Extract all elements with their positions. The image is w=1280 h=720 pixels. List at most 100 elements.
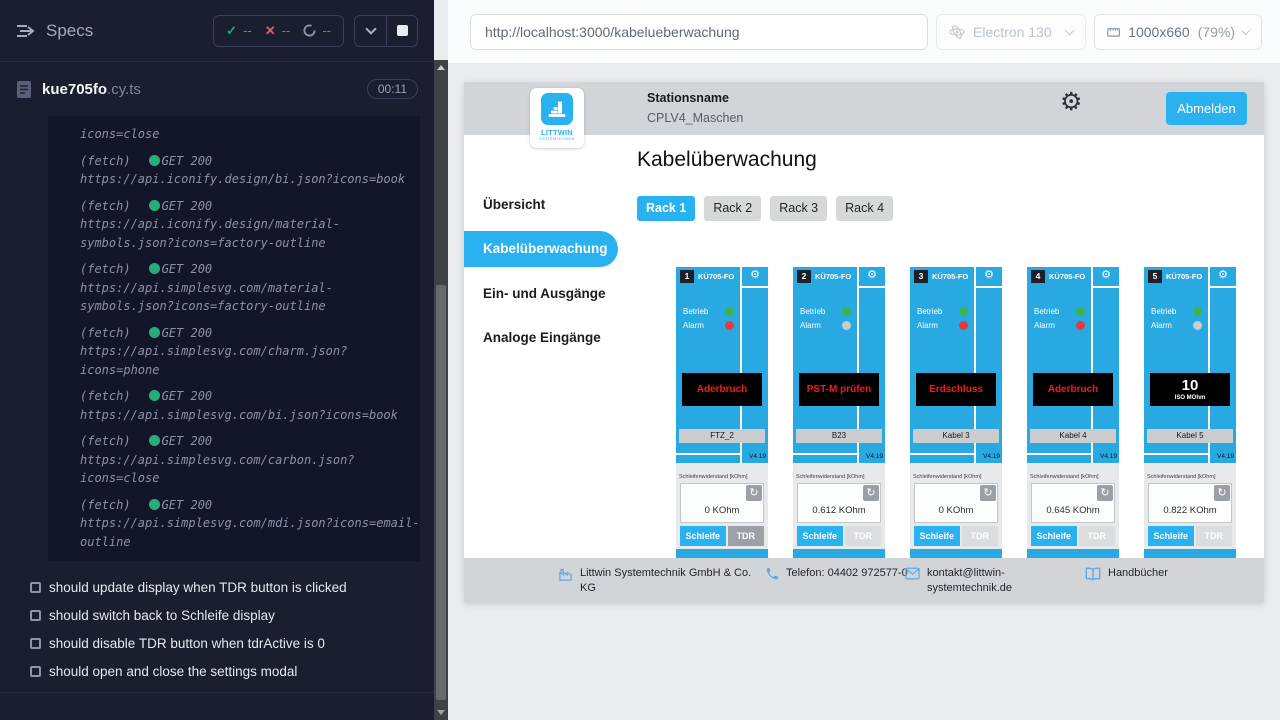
failed-icon: ✕ xyxy=(265,23,276,39)
device-header: 2 KÜ705-FO xyxy=(793,267,857,283)
tab-rack-4[interactable]: Rack 4 xyxy=(836,196,893,221)
status-display: Erdschluss xyxy=(916,373,996,406)
browser-toolbar: Electron 130 1000x660 (79%) xyxy=(448,0,1280,64)
log-entry[interactable]: (fetch)GET 200 https://api.simplesvg.com… xyxy=(80,324,420,380)
tdr-button[interactable]: TDR xyxy=(728,526,764,546)
device-gear-icon[interactable]: ⚙ xyxy=(1093,270,1119,281)
tdr-button[interactable]: TDR xyxy=(1079,526,1115,546)
sidebar-item-analoge-eingaenge[interactable]: Analoge Eingänge xyxy=(483,330,601,345)
measurement-panel: Schleifenwiderstand [kOhm] ↻ 0.612 KOhm … xyxy=(793,463,885,558)
firmware-row: V4.19 xyxy=(1144,443,1236,463)
log-entry[interactable]: (fetch)GET 200 https://api.iconify.desig… xyxy=(80,197,420,253)
reporter-scrollbar[interactable] xyxy=(434,60,448,720)
log-entry[interactable]: (fetch)GET 200 https://api.simplesvg.com… xyxy=(80,496,420,552)
browser-selector[interactable]: Electron 130 xyxy=(936,14,1086,50)
refresh-icon[interactable]: ↻ xyxy=(863,485,879,501)
log-entry: icons=close xyxy=(80,125,420,144)
divider xyxy=(976,286,1002,288)
scrollbar-thumb[interactable] xyxy=(436,285,446,700)
log-entry[interactable]: (fetch)GET 200 https://api.simplesvg.com… xyxy=(80,432,420,488)
url-input[interactable] xyxy=(470,14,928,50)
specs-link[interactable]: Specs xyxy=(16,21,93,41)
log-entry[interactable]: (fetch)GET 200 https://api.iconify.desig… xyxy=(80,152,420,189)
viewport-zoom: (79%) xyxy=(1198,24,1235,40)
collapse-button[interactable] xyxy=(355,16,386,46)
device-gear-icon[interactable]: ⚙ xyxy=(742,270,768,281)
command-log: icons=close (fetch)GET 200 https://api.i… xyxy=(48,116,420,561)
device-gear-icon[interactable]: ⚙ xyxy=(976,270,1002,281)
success-dot-icon xyxy=(149,155,160,166)
footer-phone: Telefon: 04402 972577-0 xyxy=(765,566,911,581)
tdr-button[interactable]: TDR xyxy=(1196,526,1232,546)
status-display: Aderbruch xyxy=(1033,373,1113,406)
littwin-logo-icon xyxy=(541,93,573,125)
tdr-button[interactable]: TDR xyxy=(845,526,881,546)
device-model: KÜ705-FO xyxy=(1049,272,1085,281)
log-entry[interactable]: (fetch)GET 200 https://api.simplesvg.com… xyxy=(80,387,420,424)
test-item[interactable]: should open and close the settings modal xyxy=(0,657,434,685)
measurement-panel: Schleifenwiderstand [kOhm] ↻ 0 KOhm Schl… xyxy=(910,463,1002,558)
device-card-4: 4 KÜ705-FO ⚙ Betrieb Alarm Aderbruch Kab… xyxy=(1027,267,1119,558)
specs-menu-icon xyxy=(16,23,36,39)
device-card-1: 1 KÜ705-FO ⚙ Betrieb Alarm Aderbruch FTZ… xyxy=(676,267,768,558)
refresh-icon[interactable]: ↻ xyxy=(1214,485,1230,501)
device-card-2: 2 KÜ705-FO ⚙ Betrieb Alarm PST-M prüfen … xyxy=(793,267,885,558)
device-number: 3 xyxy=(914,270,928,283)
sidebar-item-ein-und-ausgaenge[interactable]: Ein- und Ausgänge xyxy=(483,286,606,301)
tab-rack-3[interactable]: Rack 3 xyxy=(770,196,827,221)
device-number: 2 xyxy=(797,270,811,283)
log-entry[interactable]: (fetch)GET 200 https://api.simplesvg.com… xyxy=(80,260,420,316)
device-gear-icon[interactable]: ⚙ xyxy=(859,270,885,281)
spec-file-icon xyxy=(16,80,32,99)
divider xyxy=(1093,286,1119,288)
refresh-icon[interactable]: ↻ xyxy=(746,485,762,501)
scroll-down-icon[interactable] xyxy=(437,710,445,715)
resistance-display: ↻ 0.822 KOhm xyxy=(1148,483,1232,523)
spec-file-row[interactable]: kue705fo .cy.ts 00:11 xyxy=(0,68,434,110)
test-item[interactable]: should switch back to Schleife display xyxy=(0,601,434,629)
resistance-label: Schleifenwiderstand [kOhm] xyxy=(913,474,999,480)
betrieb-row: Betrieb xyxy=(683,307,734,316)
test-pending-icon xyxy=(30,666,41,677)
app-footer: Littwin Systemtechnik GmbH & Co. KG Tele… xyxy=(464,558,1264,602)
test-item[interactable]: should update display when TDR button is… xyxy=(0,573,434,601)
tdr-button[interactable]: TDR xyxy=(962,526,998,546)
viewport-selector[interactable]: 1000x660 (79%) xyxy=(1094,14,1262,50)
settings-gear-icon[interactable]: ⚙ xyxy=(1060,90,1082,115)
stop-button[interactable] xyxy=(386,16,417,46)
schleife-button[interactable]: Schleife xyxy=(1031,526,1077,546)
success-dot-icon xyxy=(149,435,160,446)
chevron-down-icon xyxy=(1241,25,1250,34)
success-dot-icon xyxy=(149,499,160,510)
tab-rack-2[interactable]: Rack 2 xyxy=(704,196,761,221)
firmware-version: V4.19 xyxy=(1217,453,1234,460)
spec-extension: .cy.ts xyxy=(107,81,141,98)
device-gear-icon[interactable]: ⚙ xyxy=(1210,270,1236,281)
tab-rack-1[interactable]: Rack 1 xyxy=(637,196,695,221)
phone-icon xyxy=(765,567,779,581)
ruler-icon xyxy=(1107,25,1120,39)
resistance-value: 0.822 KOhm xyxy=(1149,505,1231,516)
schleife-button[interactable]: Schleife xyxy=(797,526,843,546)
schleife-button[interactable]: Schleife xyxy=(680,526,726,546)
success-dot-icon xyxy=(149,327,160,338)
resistance-label: Schleifenwiderstand [kOhm] xyxy=(796,474,882,480)
sidebar-item-uebersicht[interactable]: Übersicht xyxy=(483,197,545,212)
logout-button[interactable]: Abmelden xyxy=(1166,92,1247,125)
success-dot-icon xyxy=(149,263,160,274)
sidebar-item-kabelueberwachung[interactable]: Kabelüberwachung xyxy=(464,231,618,267)
resistance-label: Schleifenwiderstand [kOhm] xyxy=(1030,474,1116,480)
test-item[interactable]: should disable TDR button when tdrActive… xyxy=(0,629,434,657)
stat-passed: ✓-- xyxy=(226,23,252,39)
refresh-icon[interactable]: ↻ xyxy=(1097,485,1113,501)
firmware-version: V4.19 xyxy=(1100,453,1117,460)
footer-company: Littwin Systemtechnik GmbH & Co. KG xyxy=(558,566,762,596)
factory-icon xyxy=(558,567,573,582)
scroll-up-icon[interactable] xyxy=(437,65,445,70)
cable-name: FTZ_2 xyxy=(679,429,765,443)
schleife-button[interactable]: Schleife xyxy=(1148,526,1194,546)
schleife-button[interactable]: Schleife xyxy=(914,526,960,546)
refresh-icon[interactable]: ↻ xyxy=(980,485,996,501)
footer-manuals[interactable]: Handbücher xyxy=(1085,566,1168,581)
cable-name: Kabel 5 xyxy=(1147,429,1233,443)
